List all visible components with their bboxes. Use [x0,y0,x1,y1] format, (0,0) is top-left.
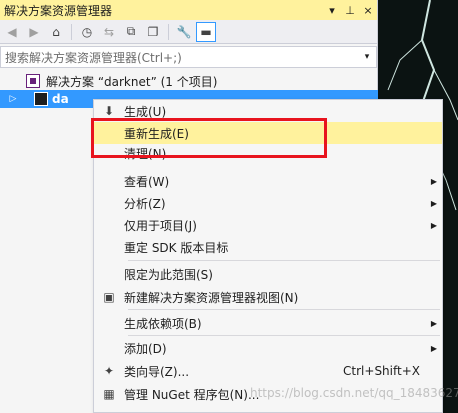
menu-icon-slot [94,170,124,192]
explorer-toolbar: ◀ ▶ ⌂ ◷ ⇆ ⧉ ❐ 🔧 ▬ [0,20,377,44]
menu-divider [128,260,440,261]
menu-item-add[interactable]: 添加(D) ▶ [94,337,442,359]
properties-icon[interactable]: 🔧 [174,22,194,42]
menu-item-label: 重定 SDK 版本目标 [124,240,229,255]
menu-item-label: 仅用于项目(J) [124,218,197,233]
menu-icon-slot [94,337,124,359]
menu-icon-slot [94,236,124,258]
show-all-files-icon[interactable]: ❐ [143,22,163,42]
menu-divider [128,309,440,310]
solution-label: 解决方案 “darknet” (1 个项目) [46,74,218,89]
search-dropdown-icon[interactable]: ▾ [358,52,376,62]
menu-icon-slot [94,214,124,236]
new-view-icon: ▣ [103,290,115,304]
project-label: da [52,92,69,106]
annotation-highlight-box [91,118,327,158]
menu-item-label: 分析(Z) [124,196,166,211]
expand-icon[interactable]: ▷ [6,94,20,104]
toolbar-divider [168,23,169,40]
pin-icon[interactable]: ⊥ [341,4,359,17]
menu-item-label: 限定为此范围(S) [124,267,213,282]
submenu-arrow-icon: ▶ [430,176,438,186]
submenu-arrow-icon: ▶ [430,220,438,230]
preview-icon[interactable]: ▬ [196,21,216,42]
menu-item-label: 生成依赖项(B) [124,316,202,331]
menu-item-label: 添加(D) [124,341,167,356]
submenu-arrow-icon: ▶ [430,198,438,208]
close-icon[interactable]: × [359,4,377,17]
menu-item-label: 生成(U) [124,104,167,119]
menu-icon-slot [94,192,124,214]
menu-item-shortcut: Ctrl+Shift+X [343,364,420,378]
project-icon [34,92,48,106]
watermark-text: https://blog.csdn.net/qq_18483627 [250,386,458,400]
sync-icon[interactable]: ⇆ [99,22,119,42]
collapse-all-icon[interactable]: ⧉ [121,22,141,42]
panel-title: 解决方案资源管理器 [4,3,113,18]
menu-item-label: 查看(W) [124,174,170,189]
menu-icon-slot [94,312,124,334]
nuget-icon: ▦ [103,387,115,401]
search-field[interactable]: 搜索解决方案资源管理器(Ctrl+;) ▾ [0,46,377,68]
menu-item-project-only[interactable]: 仅用于项目(J) ▶ [94,214,442,236]
window-position-icon[interactable]: ▾ [323,4,341,17]
menu-item-new-explorer-view[interactable]: ▣ 新建解决方案资源管理器视图(N) [94,286,442,308]
submenu-arrow-icon: ▶ [430,318,438,328]
menu-divider [128,335,440,336]
home-icon[interactable]: ⌂ [46,22,66,42]
menu-item-label: 类向导(Z)... [124,364,190,379]
toolbar-divider [71,23,72,40]
menu-item-class-wizard[interactable]: ✦ 类向导(Z)... Ctrl+Shift+X [94,360,442,382]
menu-item-label: 新建解决方案资源管理器视图(N) [124,290,299,305]
solution-icon [26,74,40,88]
back-icon[interactable]: ◀ [2,22,22,42]
menu-item-retarget-sdk[interactable]: 重定 SDK 版本目标 [94,236,442,258]
pending-changes-icon[interactable]: ◷ [77,22,97,42]
menu-item-scope-to-this[interactable]: 限定为此范围(S) [94,263,442,285]
forward-icon[interactable]: ▶ [24,22,44,42]
panel-title-bar: 解决方案资源管理器 ▾ ⊥ × [0,0,377,20]
menu-icon-slot [94,263,124,285]
submenu-arrow-icon: ▶ [430,343,438,353]
menu-item-view[interactable]: 查看(W) ▶ [94,170,442,192]
menu-item-build-dependencies[interactable]: 生成依赖项(B) ▶ [94,312,442,334]
class-wizard-icon: ✦ [103,364,115,378]
search-input[interactable]: 搜索解决方案资源管理器(Ctrl+;) [5,49,358,66]
solution-node[interactable]: 解决方案 “darknet” (1 个项目) [0,72,378,90]
menu-item-analyze[interactable]: 分析(Z) ▶ [94,192,442,214]
